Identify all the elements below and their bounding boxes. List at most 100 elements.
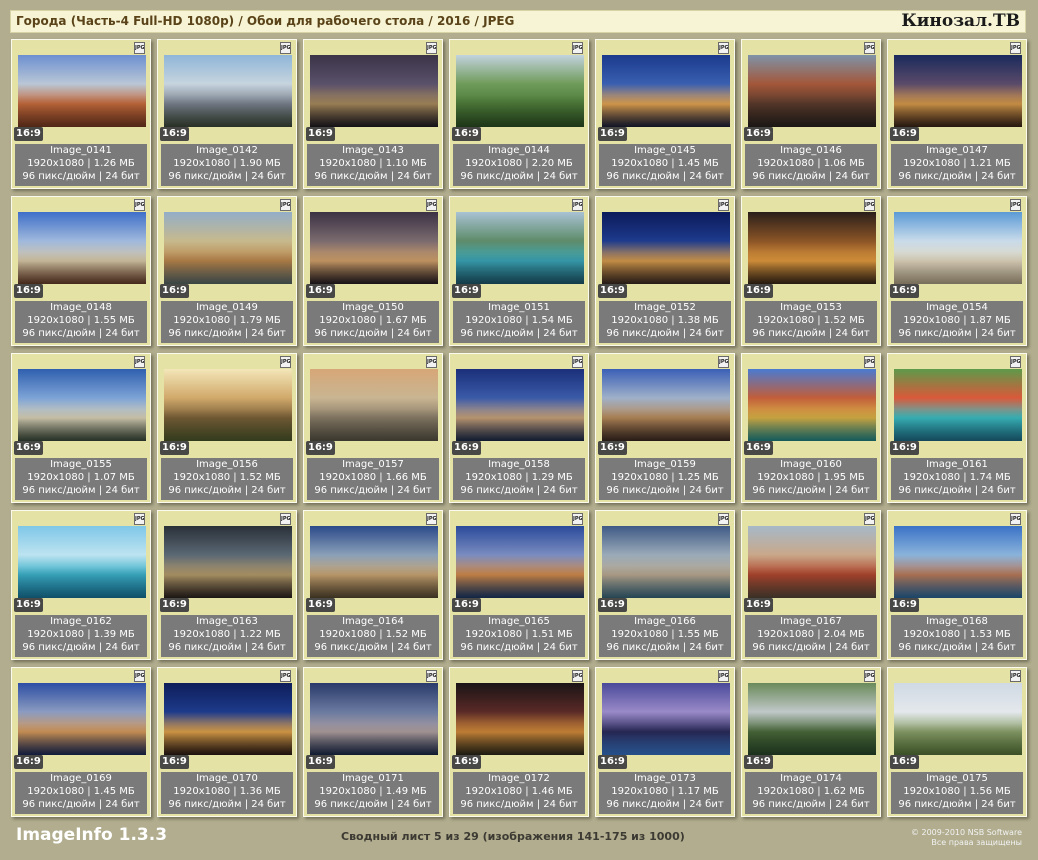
thumbnail-card[interactable]: JPG 16:9 Image_0166 1920x1080 | 1.55 МБ 96 п… xyxy=(595,510,735,660)
thumbnail-image[interactable] xyxy=(894,683,1022,755)
thumbnail-card[interactable]: JPG 16:9 Image_0161 1920x1080 | 1.74 МБ 96 п… xyxy=(887,353,1027,503)
thumbnail-image[interactable] xyxy=(748,526,876,598)
image-dpi-depth: 96 пикс/дюйм | 24 бит xyxy=(314,798,432,810)
thumbnail-card[interactable]: JPG 16:9 Image_0162 1920x1080 | 1.39 МБ 96 п… xyxy=(11,510,151,660)
thumbnail-card[interactable]: JPG 16:9 Image_0150 1920x1080 | 1.67 МБ 96 п… xyxy=(303,196,443,346)
thumbnail-image[interactable] xyxy=(164,55,292,127)
thumbnail-card[interactable]: JPG 16:9 Image_0174 1920x1080 | 1.62 МБ 96 п… xyxy=(741,667,881,817)
thumbnail-image[interactable] xyxy=(456,683,584,755)
thumbnail-card[interactable]: JPG 16:9 Image_0151 1920x1080 | 1.54 МБ 96 п… xyxy=(449,196,589,346)
image-dpi-depth: 96 пикс/дюйм | 24 бит xyxy=(752,327,870,339)
thumbnail-card[interactable]: JPG 16:9 Image_0147 1920x1080 | 1.21 МБ 96 п… xyxy=(887,39,1027,189)
thumbnail-image[interactable] xyxy=(164,683,292,755)
thumbnail-image[interactable] xyxy=(748,212,876,284)
thumbnail-card[interactable]: JPG 16:9 Image_0170 1920x1080 | 1.36 МБ 96 п… xyxy=(157,667,297,817)
thumbnail-image[interactable] xyxy=(894,212,1022,284)
image-filename: Image_0156 xyxy=(196,459,258,470)
thumbnail-card[interactable]: JPG 16:9 Image_0145 1920x1080 | 1.45 МБ 96 п… xyxy=(595,39,735,189)
thumbnail-image[interactable] xyxy=(602,369,730,441)
thumbnail-image[interactable] xyxy=(456,212,584,284)
thumbnail-image[interactable] xyxy=(456,526,584,598)
thumbnail-image[interactable] xyxy=(18,526,146,598)
thumbnail-card[interactable]: JPG 16:9 Image_0149 1920x1080 | 1.79 МБ 96 п… xyxy=(157,196,297,346)
thumbnail-card[interactable]: JPG 16:9 Image_0146 1920x1080 | 1.06 МБ 96 п… xyxy=(741,39,881,189)
thumbnail-image[interactable] xyxy=(310,683,438,755)
image-dpi-depth: 96 пикс/дюйм | 24 бит xyxy=(22,484,140,496)
thumbnail-card[interactable]: JPG 16:9 Image_0164 1920x1080 | 1.52 МБ 96 п… xyxy=(303,510,443,660)
thumbnail-image[interactable] xyxy=(894,526,1022,598)
image-dimensions-size: 1920x1080 | 1.55 МБ xyxy=(27,314,135,326)
thumbnail-image[interactable] xyxy=(18,55,146,127)
thumbnail-image[interactable] xyxy=(748,369,876,441)
thumbnail-card[interactable]: JPG 16:9 Image_0143 1920x1080 | 1.10 МБ 96 п… xyxy=(303,39,443,189)
thumbnail-image[interactable] xyxy=(310,369,438,441)
thumbnail-image[interactable] xyxy=(18,369,146,441)
aspect-ratio-badge: 16:9 xyxy=(452,755,481,769)
thumbnail-image[interactable] xyxy=(164,212,292,284)
thumbnail-card[interactable]: JPG 16:9 Image_0173 1920x1080 | 1.17 МБ 96 п… xyxy=(595,667,735,817)
image-info-panel: Image_0142 1920x1080 | 1.90 МБ 96 пикс/дюй… xyxy=(161,144,293,186)
image-info-panel: Image_0150 1920x1080 | 1.67 МБ 96 пикс/дюй… xyxy=(307,301,439,343)
thumbnail-image[interactable] xyxy=(164,526,292,598)
image-dimensions-size: 1920x1080 | 2.20 МБ xyxy=(465,157,573,169)
jpg-file-icon: JPG xyxy=(426,513,437,525)
thumbnail-card[interactable]: JPG 16:9 Image_0165 1920x1080 | 1.51 МБ 96 п… xyxy=(449,510,589,660)
thumbnail-card[interactable]: JPG 16:9 Image_0175 1920x1080 | 1.56 МБ 96 п… xyxy=(887,667,1027,817)
image-info-panel: Image_0143 1920x1080 | 1.10 МБ 96 пикс/дюй… xyxy=(307,144,439,186)
thumbnail-image[interactable] xyxy=(602,55,730,127)
thumbnail-card[interactable]: JPG 16:9 Image_0159 1920x1080 | 1.25 МБ 96 п… xyxy=(595,353,735,503)
image-filename: Image_0147 xyxy=(926,145,988,156)
image-info-panel: Image_0148 1920x1080 | 1.55 МБ 96 пикс/дюй… xyxy=(15,301,147,343)
thumbnail-card[interactable]: JPG 16:9 Image_0168 1920x1080 | 1.53 МБ 96 п… xyxy=(887,510,1027,660)
thumbnail-card[interactable]: JPG 16:9 Image_0156 1920x1080 | 1.52 МБ 96 п… xyxy=(157,353,297,503)
thumbnail-image[interactable] xyxy=(602,212,730,284)
image-filename: Image_0172 xyxy=(488,773,550,784)
thumbnail-card[interactable]: JPG 16:9 Image_0153 1920x1080 | 1.52 МБ 96 п… xyxy=(741,196,881,346)
thumbnail-image[interactable] xyxy=(894,55,1022,127)
image-info-panel: Image_0162 1920x1080 | 1.39 МБ 96 пикс/дюй… xyxy=(15,615,147,657)
aspect-ratio-badge: 16:9 xyxy=(160,127,189,141)
thumbnail-card[interactable]: JPG 16:9 Image_0158 1920x1080 | 1.29 МБ 96 п… xyxy=(449,353,589,503)
thumbnail-image[interactable] xyxy=(748,683,876,755)
thumbnail-card[interactable]: JPG 16:9 Image_0172 1920x1080 | 1.46 МБ 96 п… xyxy=(449,667,589,817)
thumbnail-image[interactable] xyxy=(164,369,292,441)
thumbnail-image[interactable] xyxy=(894,369,1022,441)
image-dpi-depth: 96 пикс/дюйм | 24 бит xyxy=(752,798,870,810)
image-dpi-depth: 96 пикс/дюйм | 24 бит xyxy=(898,170,1016,182)
thumbnail-card[interactable]: JPG 16:9 Image_0141 1920x1080 | 1.26 МБ 96 п… xyxy=(11,39,151,189)
image-filename: Image_0148 xyxy=(50,302,112,313)
sheet-summary: Сводный лист 5 из 29 (изображения 141-17… xyxy=(341,830,685,843)
thumbnail-image[interactable] xyxy=(602,526,730,598)
thumbnail-image[interactable] xyxy=(310,55,438,127)
thumbnail-card[interactable]: JPG 16:9 Image_0157 1920x1080 | 1.66 МБ 96 п… xyxy=(303,353,443,503)
thumbnail-image[interactable] xyxy=(456,55,584,127)
thumbnail-card[interactable]: JPG 16:9 Image_0167 1920x1080 | 2.04 МБ 96 п… xyxy=(741,510,881,660)
thumbnail-card[interactable]: JPG 16:9 Image_0148 1920x1080 | 1.55 МБ 96 п… xyxy=(11,196,151,346)
thumbnail-image[interactable] xyxy=(456,369,584,441)
thumbnail-image[interactable] xyxy=(748,55,876,127)
thumbnail-image[interactable] xyxy=(310,212,438,284)
thumbnail-card[interactable]: JPG 16:9 Image_0171 1920x1080 | 1.49 МБ 96 п… xyxy=(303,667,443,817)
rights-line: Все права защищены xyxy=(931,838,1022,847)
aspect-ratio-badge: 16:9 xyxy=(452,127,481,141)
thumbnail-card[interactable]: JPG 16:9 Image_0163 1920x1080 | 1.22 МБ 96 п… xyxy=(157,510,297,660)
image-dimensions-size: 1920x1080 | 1.22 МБ xyxy=(173,628,281,640)
thumbnail-card[interactable]: JPG 16:9 Image_0144 1920x1080 | 2.20 МБ 96 п… xyxy=(449,39,589,189)
thumbnail-image[interactable] xyxy=(602,683,730,755)
thumbnail-card[interactable]: JPG 16:9 Image_0152 1920x1080 | 1.38 МБ 96 п… xyxy=(595,196,735,346)
thumbnail-card[interactable]: JPG 16:9 Image_0142 1920x1080 | 1.90 МБ 96 п… xyxy=(157,39,297,189)
thumbnail-card[interactable]: JPG 16:9 Image_0155 1920x1080 | 1.07 МБ 96 п… xyxy=(11,353,151,503)
thumbnail-card[interactable]: JPG 16:9 Image_0154 1920x1080 | 1.87 МБ 96 п… xyxy=(887,196,1027,346)
image-filename: Image_0162 xyxy=(50,616,112,627)
thumbnail-image[interactable] xyxy=(18,212,146,284)
copyright-line: © 2009-2010 NSB Software xyxy=(910,828,1022,837)
image-dpi-depth: 96 пикс/дюйм | 24 бит xyxy=(898,641,1016,653)
aspect-ratio-badge: 16:9 xyxy=(14,127,43,141)
thumbnail-image[interactable] xyxy=(310,526,438,598)
image-dimensions-size: 1920x1080 | 1.26 МБ xyxy=(27,157,135,169)
thumbnail-card[interactable]: JPG 16:9 Image_0169 1920x1080 | 1.45 МБ 96 п… xyxy=(11,667,151,817)
thumbnail-card[interactable]: JPG 16:9 Image_0160 1920x1080 | 1.95 МБ 96 п… xyxy=(741,353,881,503)
image-dimensions-size: 1920x1080 | 1.46 МБ xyxy=(465,785,573,797)
image-info-panel: Image_0149 1920x1080 | 1.79 МБ 96 пикс/дюй… xyxy=(161,301,293,343)
thumbnail-image[interactable] xyxy=(18,683,146,755)
